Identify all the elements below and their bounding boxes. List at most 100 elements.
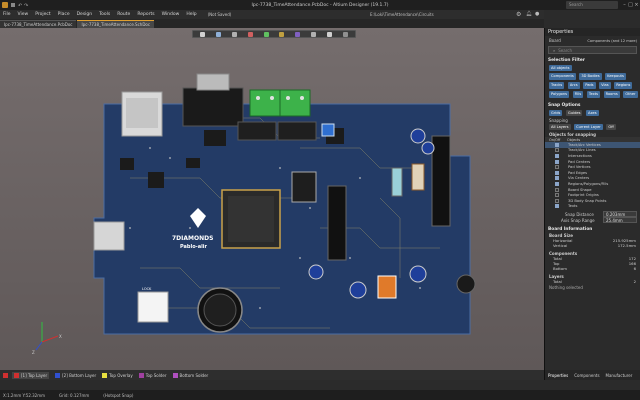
text-tool-icon[interactable]	[326, 31, 332, 37]
layer-tab-top-overlay[interactable]: Top Overlay	[102, 372, 133, 378]
filter-pads-button[interactable]: Pads	[583, 82, 596, 89]
menu-tools[interactable]: Tools	[99, 12, 110, 17]
snap-object-checkbox[interactable]	[555, 148, 559, 153]
selection-filter-header[interactable]: Selection Filter	[545, 57, 640, 64]
panel-tab-manufacturer[interactable]: Manufacturer	[606, 373, 633, 378]
filter-3d-bodies-button[interactable]: 3D Bodies	[579, 73, 602, 80]
filter-other-button[interactable]: Other	[623, 91, 638, 98]
snap-object-checkbox[interactable]	[555, 142, 559, 147]
filter-vias-button[interactable]: Vias	[599, 82, 611, 89]
menu-help[interactable]: Help	[186, 12, 196, 17]
menu-design[interactable]: Design	[77, 12, 93, 17]
snap-object-label: Pad Edges	[568, 170, 588, 175]
layer-tab-label: [1] Top Layer	[21, 372, 48, 378]
panel-tab-properties[interactable]: Properties	[548, 373, 568, 378]
axes-button[interactable]: Axes	[586, 110, 599, 116]
filter-icon[interactable]	[200, 31, 206, 37]
account-icon[interactable]: ●	[535, 11, 539, 17]
axis-snap-row: Axis Snap Range 25.4mm	[545, 217, 640, 224]
close-icon[interactable]: ×	[633, 1, 640, 9]
comp-bottom-value: 6	[633, 266, 636, 272]
snap-object-checkbox[interactable]	[555, 187, 559, 192]
snap-object-label: Via Centers	[568, 176, 590, 181]
layer-tab-top[interactable]: [1] Top Layer	[12, 371, 50, 379]
tab-sch-doc[interactable]: Ipc-7738_TimeAttendance.SchDoc	[77, 20, 155, 28]
filter-rooms-button[interactable]: Rooms	[603, 91, 620, 98]
menu-place[interactable]: Place	[58, 12, 70, 17]
move-icon[interactable]	[231, 31, 237, 37]
filter-texts-button[interactable]: Texts	[586, 91, 601, 98]
axis-snap-input[interactable]: 25.4mm	[603, 217, 637, 224]
filter-tracks-button[interactable]: Tracks	[549, 82, 565, 89]
route-icon[interactable]	[247, 31, 253, 37]
filter-arcs-button[interactable]: Arcs	[567, 82, 580, 89]
snap-off-button[interactable]: Off	[606, 124, 616, 130]
snap-object-checkbox[interactable]	[555, 159, 559, 164]
menu-reports[interactable]: Reports	[137, 12, 154, 17]
pcb-canvas[interactable]: 7DIAMONDS Pablo-alir LOCK Z X	[0, 28, 544, 370]
altium-window: ↶ ↷ Ipc-7738_TimeAttendance.PcbDoc - Alt…	[0, 0, 640, 400]
grid-size: Grid: 0.127mm	[59, 392, 90, 398]
filter-fills-button[interactable]: Fills	[572, 91, 584, 98]
menu-window[interactable]: Window	[162, 12, 180, 17]
objects-header: Objects	[567, 137, 581, 142]
grids-button[interactable]: Grids	[549, 110, 563, 116]
snap-object-label: Board Shape	[568, 187, 592, 192]
board-row[interactable]: Board Components (and 12 more)	[545, 36, 640, 45]
snap-object-checkbox[interactable]	[555, 181, 559, 186]
menu-project[interactable]: Project	[35, 12, 50, 17]
snap-all-layers-button[interactable]: All Layers	[549, 124, 571, 130]
cursor-coords: X:1.2mm Y:52.32mm	[3, 392, 46, 398]
dip-switch	[137, 291, 169, 323]
layer-color-icon[interactable]	[3, 372, 8, 378]
trimmer-pot	[321, 123, 335, 137]
snap-object-checkbox[interactable]	[555, 204, 559, 209]
snap-object-row[interactable]: Texts	[545, 204, 640, 210]
board-logo-sub: Pablo-alir	[180, 244, 208, 250]
axes-gizmo-icon: Z X	[32, 322, 62, 355]
menu-view[interactable]: View	[18, 12, 29, 17]
filter-regions-button[interactable]: Regions	[614, 82, 633, 89]
not-saved-label: (Not Saved)	[207, 12, 232, 17]
pin-header	[327, 185, 347, 261]
search-icon: ⌕	[553, 47, 556, 53]
place-pad-icon[interactable]	[263, 31, 269, 37]
menu-file[interactable]: File	[3, 12, 11, 17]
layer-tab-bottom[interactable]: [2] Bottom Layer	[55, 372, 96, 378]
tab-pcb-doc[interactable]: Ipc-7738_TimeAttendance.PcbDoc	[0, 20, 77, 28]
panel-bottom-tabs: Properties Components Manufacturer	[545, 370, 640, 380]
place-via-icon[interactable]	[279, 31, 285, 37]
snap-mode: (Hotspot Snap)	[103, 392, 134, 398]
filter-keepouts-button[interactable]: Keepouts	[605, 73, 626, 80]
board-information-header[interactable]: Board Information	[545, 226, 640, 233]
snap-object-checkbox[interactable]	[555, 198, 559, 203]
snap-object-label: Pad Vertices	[568, 165, 591, 170]
panel-search-input[interactable]: ⌕ Search	[548, 46, 637, 54]
global-search-input[interactable]: Search	[566, 1, 618, 9]
gear-icon[interactable]: ⚙	[516, 11, 521, 18]
filter-components-button[interactable]: Components	[549, 73, 576, 80]
guides-button[interactable]: Guides	[566, 110, 583, 116]
panel-tab-components[interactable]: Components	[574, 373, 599, 378]
relay-2	[277, 121, 317, 141]
pcb-board-view[interactable]: 7DIAMONDS Pablo-alir LOCK Z X	[0, 28, 544, 370]
measure-icon[interactable]	[310, 31, 316, 37]
all-objects-button[interactable]: All objects	[549, 65, 572, 71]
snap-object-checkbox[interactable]	[555, 165, 559, 170]
select-icon[interactable]	[216, 31, 222, 37]
snap-object-checkbox[interactable]	[555, 193, 559, 198]
polygon-icon[interactable]	[295, 31, 301, 37]
db9-connector	[182, 87, 244, 127]
menu-route[interactable]: Route	[117, 12, 130, 17]
layer-tab-top-solder[interactable]: Top Solder	[138, 372, 167, 378]
snap-current-layer-button[interactable]: Current Layer	[574, 124, 603, 130]
snap-object-checkbox[interactable]	[555, 176, 559, 181]
dimension-icon[interactable]	[342, 31, 348, 37]
snap-options-header[interactable]: Snap Options	[545, 102, 640, 109]
layer-tab-bottom-solder[interactable]: Bottom Solder	[172, 372, 208, 378]
snap-object-checkbox[interactable]	[555, 170, 559, 175]
terminal-block-2	[279, 89, 311, 117]
filter-polygons-button[interactable]: Polygons	[549, 91, 569, 98]
snap-object-checkbox[interactable]	[555, 153, 559, 158]
notifications-icon[interactable]: 🔔︎	[526, 11, 532, 17]
